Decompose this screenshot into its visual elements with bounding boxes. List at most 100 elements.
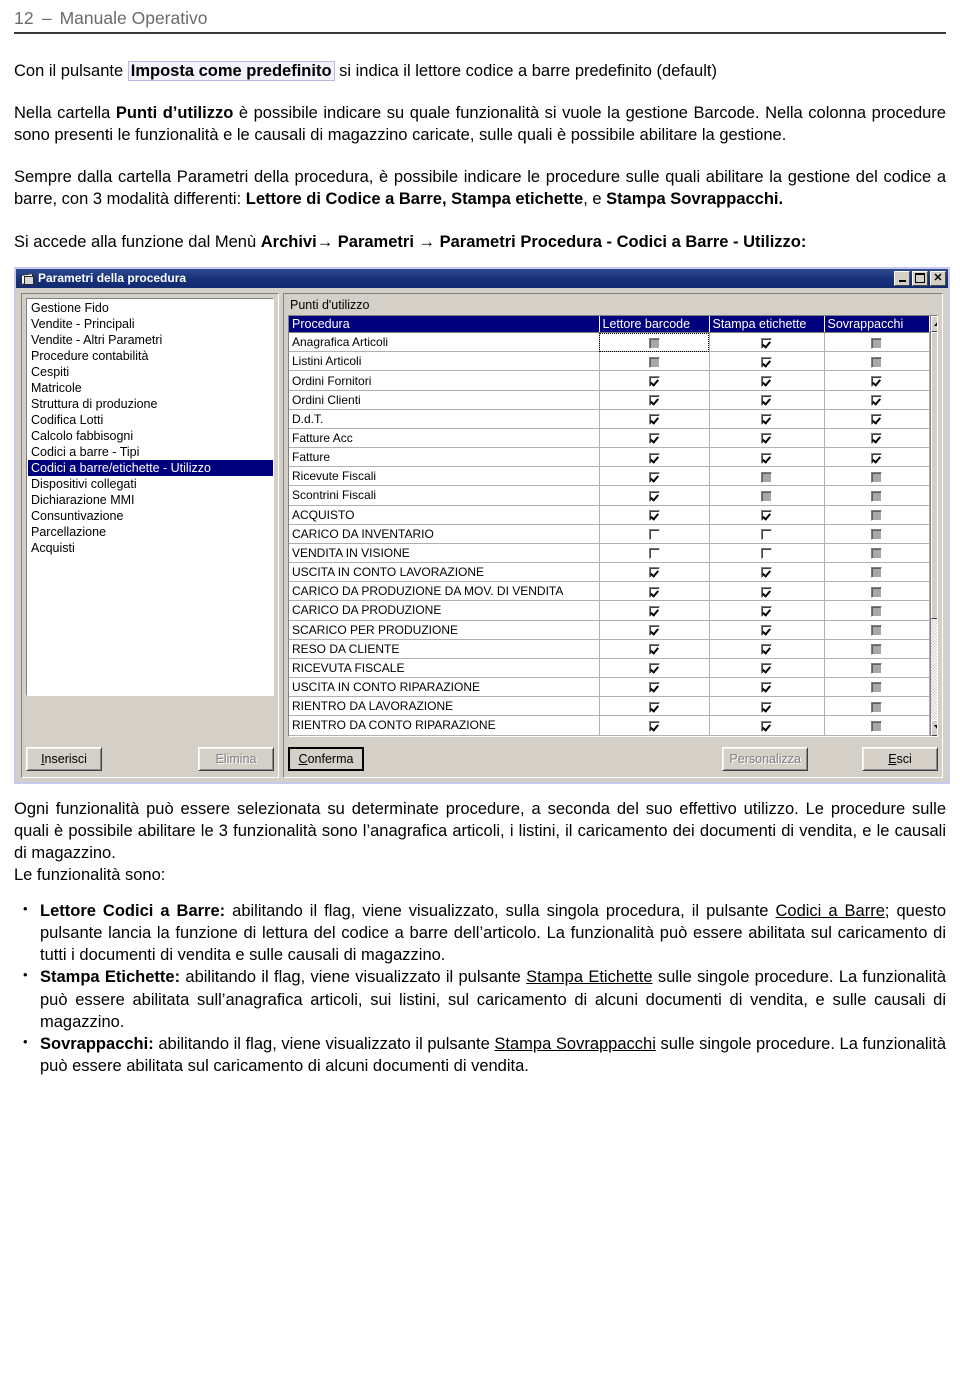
checkbox-cell-sovra[interactable] <box>824 370 930 391</box>
table-row[interactable]: CARICO DA INVENTARIO <box>289 524 930 544</box>
checkbox-cell-lettore[interactable] <box>599 600 710 621</box>
checkbox-cell-sovra[interactable] <box>824 524 930 544</box>
checkbox-cell-stampa[interactable] <box>709 447 825 468</box>
checkbox-cell-sovra[interactable] <box>824 409 930 429</box>
checkbox-cell-lettore[interactable] <box>599 658 710 678</box>
checkbox-checked[interactable] <box>648 567 660 579</box>
parameters-list-item[interactable]: Vendite - Altri Parametri <box>28 332 273 348</box>
table-row[interactable]: Ordini Fornitori <box>289 370 930 391</box>
table-row[interactable]: Fatture Acc <box>289 428 930 449</box>
checkbox-cell-lettore[interactable] <box>599 677 710 698</box>
checkbox-cell-stampa[interactable] <box>709 639 825 659</box>
checkbox-cell-lettore[interactable] <box>599 543 710 564</box>
checkbox-unchecked[interactable] <box>648 548 660 560</box>
table-row[interactable]: ACQUISTO <box>289 505 930 525</box>
checkbox-cell-sovra[interactable] <box>824 505 930 525</box>
checkbox-cell-sovra[interactable] <box>824 332 930 353</box>
conferma-button[interactable]: Conferma <box>288 746 364 771</box>
checkbox-cell-lettore[interactable] <box>599 409 710 429</box>
checkbox-checked[interactable] <box>648 644 660 656</box>
checkbox-cell-sovra[interactable] <box>824 620 930 640</box>
checkbox-cell-stampa[interactable] <box>709 658 825 678</box>
checkbox-cell-stampa[interactable] <box>709 466 825 487</box>
checkbox-cell-stampa[interactable] <box>709 370 825 391</box>
checkbox-cell-sovra[interactable] <box>824 581 930 602</box>
checkbox-checked[interactable] <box>871 452 882 464</box>
checkbox-checked[interactable] <box>761 701 772 713</box>
table-row[interactable]: RIENTRO DA LAVORAZIONE <box>289 696 930 717</box>
table-row[interactable]: CARICO DA PRODUZIONE DA MOV. DI VENDITA <box>289 581 930 602</box>
checkbox-cell-lettore[interactable] <box>599 524 710 544</box>
table-row[interactable]: Ordini Clienti <box>289 390 930 410</box>
parameters-list-item[interactable]: Gestione Fido <box>28 300 273 316</box>
parameters-list-item[interactable]: Struttura di produzione <box>28 396 273 412</box>
procedure-name-cell[interactable]: ACQUISTO <box>289 505 600 525</box>
checkbox-checked[interactable] <box>761 682 772 694</box>
checkbox-cell-stampa[interactable] <box>709 524 825 544</box>
scroll-down-icon[interactable] <box>930 719 937 736</box>
procedure-name-cell[interactable]: Ordini Clienti <box>289 390 600 410</box>
checkbox-checked[interactable] <box>648 452 660 464</box>
scroll-up-icon[interactable] <box>930 315 937 332</box>
checkbox-cell-lettore[interactable] <box>599 715 710 736</box>
parameters-list-item[interactable]: Calcolo fabbisogni <box>28 428 273 444</box>
checkbox-checked[interactable] <box>761 663 772 675</box>
checkbox-cell-sovra[interactable] <box>824 351 930 372</box>
checkbox-checked[interactable] <box>648 433 660 445</box>
checkbox-unchecked[interactable] <box>761 529 772 541</box>
checkbox-cell-stampa[interactable] <box>709 581 825 602</box>
procedure-name-cell[interactable]: D.d.T. <box>289 409 600 429</box>
checkbox-cell-stampa[interactable] <box>709 409 825 429</box>
table-row[interactable]: RESO DA CLIENTE <box>289 639 930 659</box>
checkbox-checked[interactable] <box>871 375 882 387</box>
personalizza-button[interactable]: Personalizza <box>722 746 808 771</box>
table-row[interactable]: RICEVUTA FISCALE <box>289 658 930 678</box>
checkbox-cell-sovra[interactable] <box>824 658 930 678</box>
checkbox-cell-lettore[interactable] <box>599 696 710 717</box>
checkbox-checked[interactable] <box>761 605 772 617</box>
checkbox-checked[interactable] <box>761 375 772 387</box>
table-row[interactable]: VENDITA IN VISIONE <box>289 543 930 564</box>
checkbox-cell-stampa[interactable] <box>709 677 825 698</box>
checkbox-checked[interactable] <box>648 509 660 521</box>
parameters-list-item[interactable]: Procedure contabilità <box>28 348 273 364</box>
checkbox-checked[interactable] <box>648 605 660 617</box>
checkbox-cell-lettore[interactable] <box>599 332 710 353</box>
checkbox-cell-lettore[interactable] <box>599 370 710 391</box>
table-row[interactable]: Listini Articoli <box>289 351 930 372</box>
checkbox-cell-stampa[interactable] <box>709 715 825 736</box>
checkbox-cell-stampa[interactable] <box>709 428 825 449</box>
procedure-name-cell[interactable]: Listini Articoli <box>289 351 600 372</box>
checkbox-cell-stampa[interactable] <box>709 620 825 640</box>
checkbox-cell-stampa[interactable] <box>709 505 825 525</box>
checkbox-cell-sovra[interactable] <box>824 543 930 564</box>
procedure-name-cell[interactable]: USCITA IN CONTO RIPARAZIONE <box>289 677 600 698</box>
checkbox-cell-lettore[interactable] <box>599 466 710 487</box>
checkbox-checked[interactable] <box>761 624 772 636</box>
parameters-list-item[interactable]: Dispositivi collegati <box>28 476 273 492</box>
parameters-list-item[interactable]: Parcellazione <box>28 524 273 540</box>
procedure-name-cell[interactable]: Fatture Acc <box>289 428 600 449</box>
checkbox-cell-stampa[interactable] <box>709 390 825 410</box>
checkbox-cell-sovra[interactable] <box>824 677 930 698</box>
checkbox-cell-lettore[interactable] <box>599 620 710 640</box>
procedure-name-cell[interactable]: RIENTRO DA LAVORAZIONE <box>289 696 600 717</box>
checkbox-checked[interactable] <box>761 337 772 349</box>
grid-column-header[interactable]: Lettore barcode <box>599 315 710 334</box>
checkbox-checked[interactable] <box>761 567 772 579</box>
table-row[interactable]: RIENTRO DA CONTO RIPARAZIONE <box>289 715 930 736</box>
procedure-name-cell[interactable]: RIENTRO DA CONTO RIPARAZIONE <box>289 715 600 736</box>
parameters-list-item[interactable]: Codici a barre - Tipi <box>28 444 273 460</box>
grid-column-header[interactable]: Stampa etichette <box>709 315 825 334</box>
grid-vertical-scrollbar[interactable] <box>929 315 937 736</box>
checkbox-checked[interactable] <box>648 414 660 426</box>
checkbox-unchecked[interactable] <box>648 529 660 541</box>
checkbox-cell-stampa[interactable] <box>709 600 825 621</box>
window-title-bar[interactable]: Parametri della procedura ✕ <box>16 268 948 288</box>
checkbox-cell-lettore[interactable] <box>599 562 710 583</box>
checkbox-checked[interactable] <box>761 586 772 598</box>
checkbox-cell-sovra[interactable] <box>824 428 930 449</box>
procedure-name-cell[interactable]: Scontrini Fiscali <box>289 485 600 506</box>
punti-utilizzo-grid[interactable]: Procedura Lettore barcode Stampa etichette… <box>289 315 930 736</box>
minimize-icon[interactable] <box>894 270 910 286</box>
